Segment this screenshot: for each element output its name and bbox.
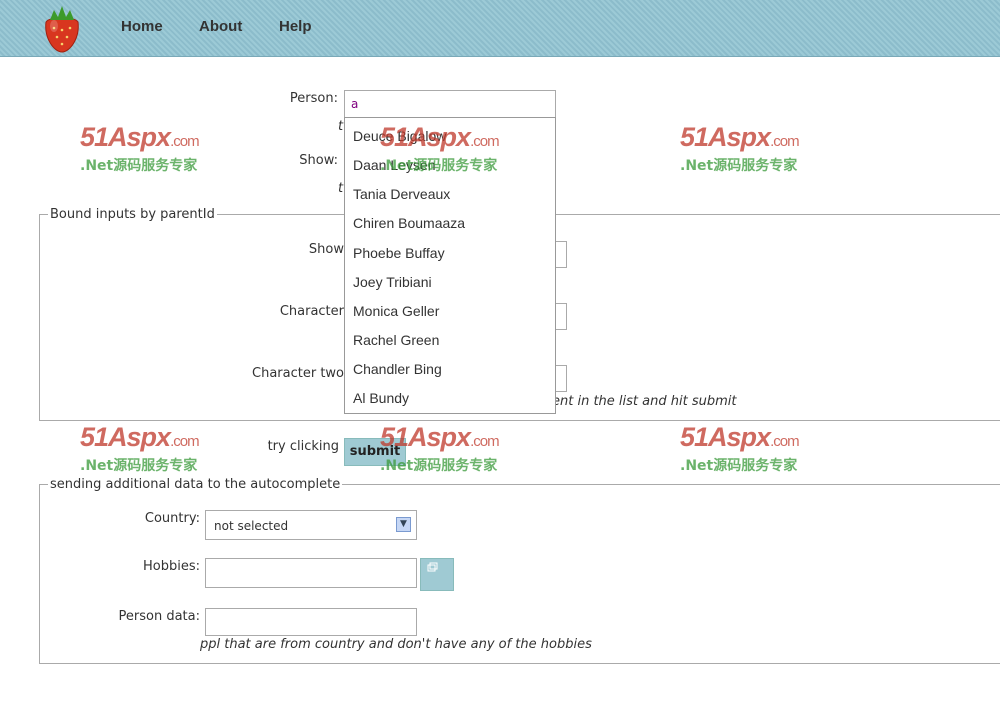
person-data-input[interactable]	[205, 608, 417, 636]
popup-window-icon	[427, 562, 438, 572]
watermark-logo: 51Aspx.com .Net源码服务专家	[380, 122, 500, 174]
autocomplete-option[interactable]: Chiren Boumaaza	[353, 215, 465, 231]
header-bar: Home About Help	[0, 0, 1000, 57]
nav-help-link[interactable]: Help	[279, 18, 312, 35]
hobbies-input[interactable]	[205, 558, 417, 588]
show-label: Show:	[299, 153, 338, 168]
watermark-logo: 51Aspx.com .Net源码服务专家	[680, 122, 800, 174]
watermark-logo: 51Aspx.com .Net源码服务专家	[380, 422, 500, 474]
bound-character-two-label: Character two	[252, 366, 344, 381]
autocomplete-option[interactable]: Rachel Green	[353, 332, 439, 348]
nav-about-link[interactable]: About	[199, 18, 242, 35]
person-hint: t	[338, 119, 344, 134]
autocomplete-option[interactable]: Monica Geller	[353, 303, 439, 319]
country-select[interactable]: not selected ▼	[205, 510, 417, 540]
autocomplete-option[interactable]: Al Bundy	[353, 390, 409, 406]
person-data-label: Person data:	[118, 609, 200, 624]
show-hint: t	[338, 181, 344, 196]
bound-inputs-legend: Bound inputs by parentId	[50, 207, 215, 222]
nav-home-link[interactable]: Home	[121, 18, 163, 35]
person-input[interactable]	[344, 90, 556, 118]
person-label: Person:	[289, 91, 338, 106]
watermark-logo: 51Aspx.com .Net源码服务专家	[80, 422, 200, 474]
autocomplete-option[interactable]: Tania Derveaux	[353, 186, 450, 202]
autocomplete-option[interactable]: Chandler Bing	[353, 361, 442, 377]
country-select-value: not selected	[214, 519, 289, 533]
country-label: Country:	[144, 511, 200, 526]
additional-data-legend: sending additional data to the autocompl…	[50, 477, 341, 492]
chevron-down-icon[interactable]: ▼	[396, 517, 411, 532]
bound-character-label: Character	[279, 304, 344, 319]
bound-show-label: Show	[308, 242, 344, 257]
additional-hint: ppl that are from country and don't have…	[200, 637, 592, 652]
autocomplete-option[interactable]: Phoebe Buffay	[353, 245, 445, 261]
bound-hint: ent in the list and hit submit	[552, 394, 737, 409]
watermark-logo: 51Aspx.com .Net源码服务专家	[80, 122, 200, 174]
hobbies-label: Hobbies:	[143, 559, 200, 574]
autocomplete-option[interactable]: Joey Tribiani	[353, 274, 432, 290]
strawberry-logo-icon[interactable]	[38, 2, 86, 54]
submit-prompt: try clicking	[267, 439, 339, 454]
hobbies-picker-button[interactable]	[420, 558, 454, 591]
watermark-logo: 51Aspx.com .Net源码服务专家	[680, 422, 800, 474]
